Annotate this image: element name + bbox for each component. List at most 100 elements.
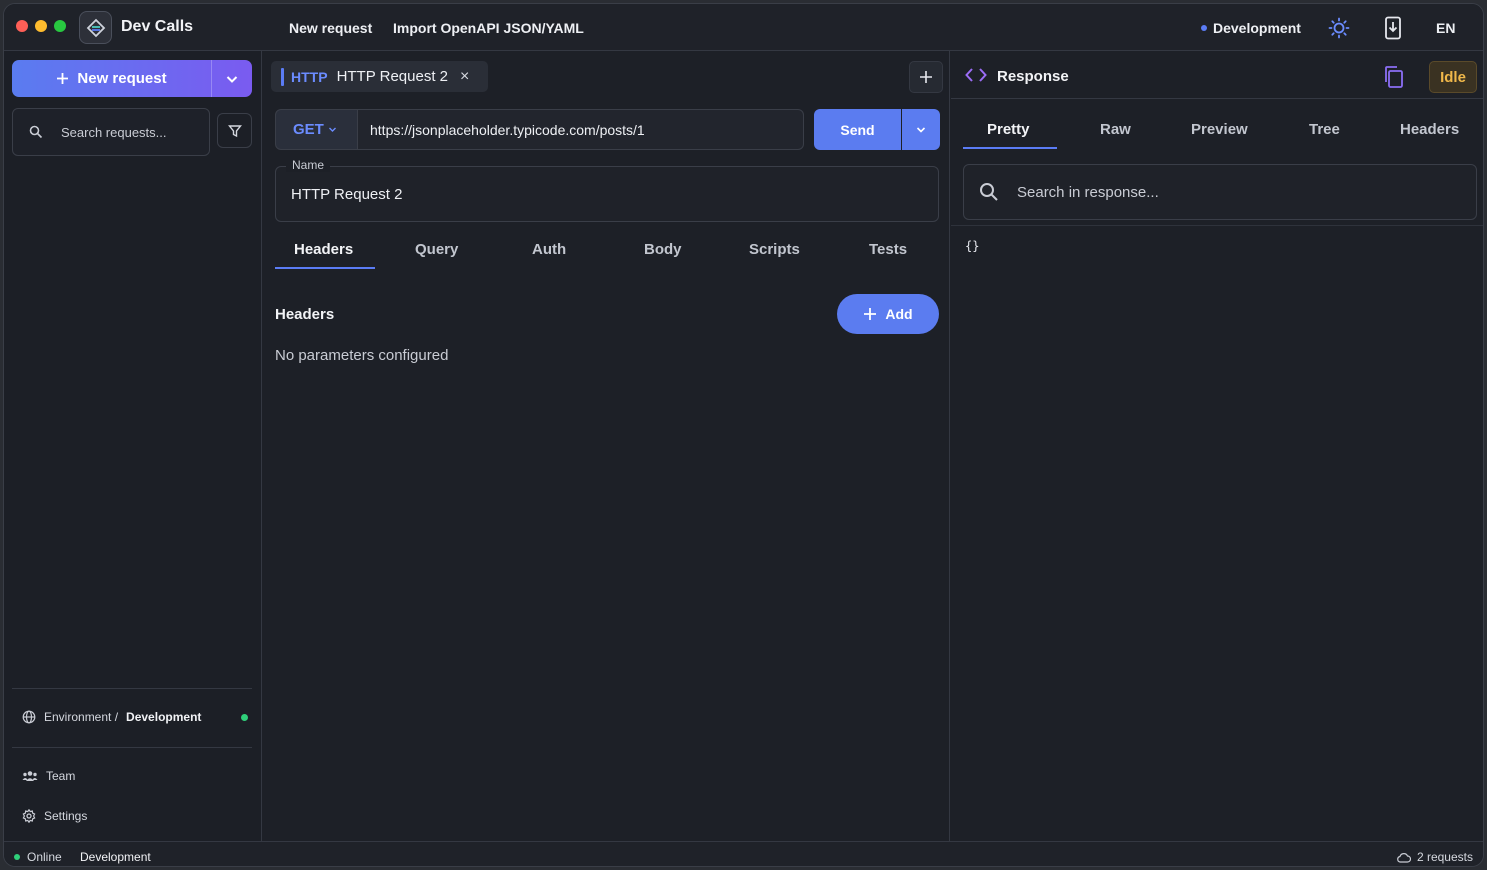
new-request-dropdown-button[interactable] — [212, 60, 252, 97]
search-icon — [980, 183, 998, 201]
sidebar: New request Search requests... Environme… — [4, 51, 262, 841]
response-panel: Response Idle Pretty Raw Preview Tree He… — [951, 51, 1483, 841]
request-count: 2 requests — [1396, 850, 1473, 864]
url-input[interactable]: https://jsonplaceholder.typicode.com/pos… — [358, 109, 804, 150]
sidebar-item-label: Settings — [44, 809, 88, 823]
cloud-icon — [1397, 852, 1411, 863]
response-search-input[interactable] — [1017, 183, 1417, 201]
send-button[interactable]: Send — [814, 109, 901, 150]
request-editor: HTTP HTTP Request 2 × GET https://jsonpl… — [263, 51, 950, 841]
send-options-button[interactable] — [902, 109, 940, 150]
response-body: {} — [965, 239, 980, 253]
gear-icon — [22, 809, 36, 823]
theme-toggle-button[interactable] — [1327, 16, 1351, 40]
request-tab[interactable]: HTTP HTTP Request 2 × — [271, 61, 488, 92]
status-environment: Development — [80, 850, 151, 864]
tab-scripts[interactable]: Scripts — [749, 241, 800, 258]
request-tab-strip: HTTP HTTP Request 2 × — [263, 51, 949, 99]
tab-auth[interactable]: Auth — [532, 241, 566, 258]
status-bar: Online Development 2 requests — [4, 841, 1483, 866]
active-tab-marker — [281, 67, 284, 86]
tab-response-headers[interactable]: Headers — [1400, 121, 1459, 138]
url-bar: GET https://jsonplaceholder.typicode.com… — [275, 109, 940, 150]
chevron-down-icon — [226, 75, 238, 83]
new-request-button[interactable]: New request — [12, 60, 212, 97]
request-count-label: 2 requests — [1416, 850, 1473, 864]
sidebar-environment-item[interactable]: Environment / Development — [22, 710, 248, 724]
search-requests-input[interactable] — [61, 124, 191, 140]
app-logo-icon — [79, 11, 112, 44]
search-requests-box — [12, 108, 210, 156]
add-header-button[interactable]: Add — [837, 294, 939, 334]
tab-tree[interactable]: Tree — [1309, 121, 1340, 138]
environment-label: Development — [1213, 20, 1301, 36]
new-request-label: New request — [77, 70, 167, 87]
environment-prefix: Environment / — [44, 710, 119, 724]
tab-headers[interactable]: Headers — [294, 241, 353, 258]
device-download-icon — [1385, 16, 1401, 40]
plus-icon — [920, 71, 932, 83]
close-tab-icon[interactable]: × — [460, 68, 469, 86]
chevron-down-icon — [328, 127, 336, 132]
environment-active-dot — [241, 714, 248, 721]
menu-new-request[interactable]: New request — [289, 20, 372, 36]
add-header-label: Add — [885, 306, 913, 322]
request-tab-name: HTTP Request 2 — [336, 68, 449, 85]
title-bar: Dev Calls New request Import OpenAPI JSO… — [4, 4, 1483, 51]
response-tabs: Pretty Raw Preview Tree Headers — [963, 101, 1478, 150]
chevron-down-icon — [916, 126, 926, 133]
sidebar-item-settings[interactable]: Settings — [22, 809, 87, 823]
install-update-button[interactable] — [1381, 15, 1405, 41]
environment-selector[interactable]: Development — [1201, 20, 1301, 36]
tab-body[interactable]: Body — [644, 241, 682, 258]
online-label: Online — [27, 850, 62, 864]
maximize-window-button[interactable] — [54, 20, 66, 32]
team-icon — [22, 771, 38, 781]
sidebar-item-team[interactable]: Team — [22, 769, 75, 783]
add-tab-button[interactable] — [909, 61, 943, 93]
empty-state-message: No parameters configured — [275, 347, 449, 364]
tab-preview[interactable]: Preview — [1191, 121, 1248, 138]
app-window: Dev Calls New request Import OpenAPI JSO… — [3, 3, 1484, 867]
method-select[interactable]: GET — [275, 109, 358, 150]
tab-tests[interactable]: Tests — [869, 241, 907, 258]
online-dot-icon — [14, 854, 20, 860]
sidebar-item-label: Team — [46, 769, 76, 783]
minimize-window-button[interactable] — [35, 20, 47, 32]
request-tab-type: HTTP — [291, 68, 328, 85]
new-request-button-group: New request — [12, 60, 252, 97]
method-value: GET — [293, 121, 324, 138]
filter-icon — [227, 124, 242, 137]
sidebar-divider — [12, 688, 252, 689]
app-title: Dev Calls — [121, 18, 194, 35]
tab-query[interactable]: Query — [415, 241, 458, 258]
request-section-tabs: Headers Query Auth Body Scripts Tests — [275, 232, 939, 270]
headers-section-title: Headers — [275, 306, 335, 323]
active-tab-underline — [963, 147, 1057, 149]
request-name-field[interactable]: Name HTTP Request 2 — [275, 158, 939, 222]
language-selector[interactable]: EN — [1436, 20, 1455, 36]
name-field-label: Name — [286, 158, 331, 172]
response-title: Response — [997, 68, 1069, 85]
copy-icon[interactable] — [1383, 65, 1405, 89]
menu-import-openapi[interactable]: Import OpenAPI JSON/YAML — [393, 20, 584, 36]
status-badge: Idle — [1429, 61, 1477, 93]
response-search-box — [963, 164, 1477, 220]
connection-status: Online — [14, 850, 62, 864]
environment-dot-icon — [1201, 25, 1207, 31]
active-tab-underline — [275, 267, 375, 269]
close-window-button[interactable] — [16, 20, 28, 32]
response-header: Response Idle — [951, 51, 1483, 99]
environment-name: Development — [126, 710, 202, 724]
sun-icon — [1328, 17, 1350, 39]
sidebar-divider — [12, 747, 252, 748]
filter-button[interactable] — [217, 113, 252, 148]
code-icon — [965, 68, 987, 82]
globe-icon — [22, 710, 36, 724]
search-icon — [29, 125, 43, 139]
response-divider — [951, 225, 1483, 226]
tab-raw[interactable]: Raw — [1100, 121, 1131, 138]
plus-icon — [57, 73, 69, 84]
tab-pretty[interactable]: Pretty — [987, 121, 1030, 138]
name-field-value: HTTP Request 2 — [291, 186, 403, 203]
